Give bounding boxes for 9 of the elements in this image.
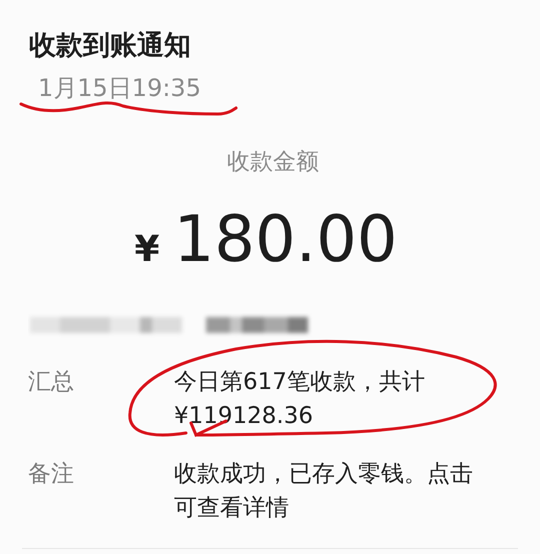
field-label: 汇总 [28,368,75,397]
field-value: 收款成功，已存入零钱。点击 可查看详情 [174,460,473,523]
field-value: 今日第617笔收款，共计 ¥119128.36 [174,368,425,431]
notice-time: 1月15日19:35 [38,74,201,102]
amount-value: 180.00 [174,203,398,277]
currency-symbol: ¥ [134,229,160,270]
notice-title: 收款到账通知 [29,29,192,63]
field-label: 备注 [28,460,75,489]
amount-label: 收款金额 [226,148,320,177]
